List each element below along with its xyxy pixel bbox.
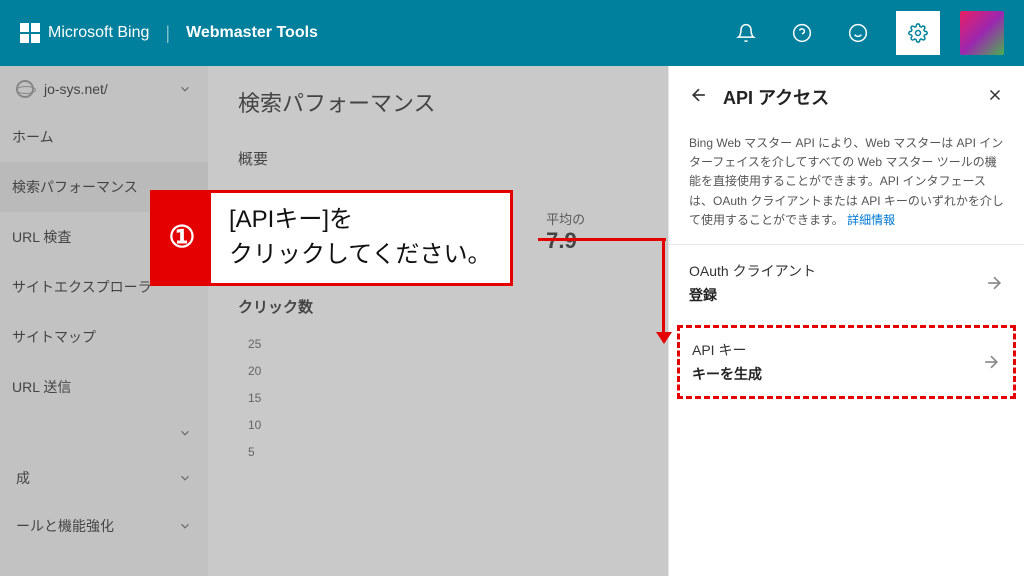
chevron-down-icon <box>178 471 192 485</box>
callout-connector <box>538 238 666 241</box>
chevron-down-icon <box>178 519 192 533</box>
back-button[interactable] <box>689 85 709 110</box>
oauth-sub: 登録 <box>689 285 984 305</box>
api-access-panel: API アクセス Bing Web マスター API により、Web マスターは… <box>668 66 1024 576</box>
nav-section-2[interactable]: ールと機能強化 <box>0 502 208 550</box>
instruction-callout: ① [APIキー]を クリックしてください。 <box>150 190 513 286</box>
arrow-right-icon <box>981 352 1001 372</box>
api-key-highlight: API キー キーを生成 <box>677 325 1016 399</box>
header-left: Microsoft Bing | Webmaster Tools <box>20 23 318 44</box>
brand-logo[interactable]: Microsoft Bing <box>20 23 149 43</box>
nav-sitemap[interactable]: サイトマップ <box>0 312 208 362</box>
sidebar: jo-sys.net/ ホーム 検索パフォーマンス URL 検査 サイトエクスプ… <box>0 66 208 576</box>
notifications-icon[interactable] <box>728 15 764 51</box>
panel-header: API アクセス <box>669 66 1024 128</box>
chevron-down-icon <box>178 426 192 440</box>
callout-connector <box>662 238 665 338</box>
metric-label: 平均の <box>546 209 585 228</box>
metric-position: 平均の 7.9 <box>546 209 585 256</box>
apikey-title: API キー <box>692 340 981 360</box>
nav-url-submit[interactable]: URL 送信 <box>0 362 208 412</box>
api-key-item[interactable]: API キー キーを生成 <box>692 340 1001 384</box>
panel-description: Bing Web マスター API により、Web マスターは API インター… <box>669 128 1024 244</box>
globe-icon <box>16 80 34 98</box>
apikey-sub: キーを生成 <box>692 364 981 384</box>
oauth-client-item[interactable]: OAuth クライアント 登録 <box>669 245 1024 321</box>
nav-home[interactable]: ホーム <box>0 112 208 162</box>
help-icon[interactable] <box>784 15 820 51</box>
close-button[interactable] <box>986 86 1004 109</box>
product-name: Webmaster Tools <box>186 24 318 42</box>
user-avatar[interactable] <box>960 11 1004 55</box>
site-name: jo-sys.net/ <box>44 81 168 97</box>
arrow-right-icon <box>984 273 1004 293</box>
header-right <box>728 11 1004 55</box>
more-info-link[interactable]: 詳細情報 <box>847 213 895 227</box>
callout-arrow-icon <box>656 332 672 344</box>
brand-text: Microsoft Bing <box>48 24 149 42</box>
callout-number: ① <box>153 193 211 283</box>
oauth-title: OAuth クライアント <box>689 261 984 281</box>
callout-text: [APIキー]を クリックしてください。 <box>211 193 510 283</box>
nav-section-1[interactable]: 成 <box>0 454 208 502</box>
metric-value: 7.9 <box>546 228 585 254</box>
settings-icon[interactable] <box>896 11 940 55</box>
brand-divider: | <box>165 23 170 44</box>
panel-title: API アクセス <box>723 84 972 110</box>
chevron-down-icon <box>178 82 192 96</box>
bing-icon <box>20 23 40 43</box>
nav-section-0[interactable] <box>0 412 208 454</box>
app-header: Microsoft Bing | Webmaster Tools <box>0 0 1024 66</box>
site-selector[interactable]: jo-sys.net/ <box>0 66 208 112</box>
feedback-icon[interactable] <box>840 15 876 51</box>
